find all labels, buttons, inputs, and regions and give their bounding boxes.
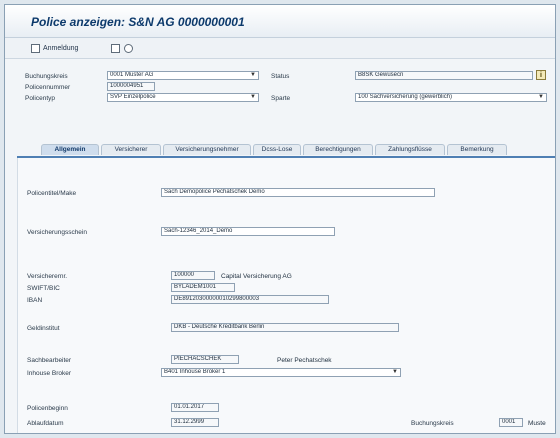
inhouse-broker-select[interactable]: B401 Inhouse Broker 1 ▼	[161, 368, 401, 377]
attachment-icon	[124, 43, 133, 53]
sparte-label: Sparte	[271, 95, 291, 102]
versicherer-name: Capital Versicherung AG	[221, 273, 292, 280]
title-bar: Police anzeigen: S&N AG 0000000001	[5, 5, 555, 38]
tab-versicherungsnehmer[interactable]: Versicherungsnehmer	[163, 144, 251, 155]
sachbearbeiter-name: Peter Pechatschek	[277, 357, 332, 364]
chevron-down-icon: ▼	[250, 72, 256, 78]
table-icon	[111, 43, 120, 53]
tab-berechtigungen[interactable]: Berechtigungen	[303, 144, 373, 155]
policentyp-label: Policentyp	[25, 95, 55, 102]
versicherer-label: Versicherernr.	[27, 273, 68, 280]
buchungskreis-select[interactable]: 0001 Muster AG ▼	[107, 71, 259, 80]
sachbearbeiter-field[interactable]: PIECHACSCHEK	[171, 355, 239, 364]
tab-strip: Allgemein Versicherer Versicherungsnehme…	[17, 144, 555, 158]
policenbeginn-field[interactable]: 01.01.2017	[171, 403, 219, 412]
buchungskreis-label: Buchungskreis	[25, 73, 68, 80]
policentyp-select[interactable]: SVP Einzelpolice ▼	[107, 93, 259, 102]
tab-versicherer[interactable]: Versicherer	[101, 144, 161, 155]
swift-label: SWIFT/BIC	[27, 285, 60, 292]
policenbeginn-label: Policenbeginn	[27, 405, 68, 412]
attachment-button[interactable]	[124, 42, 133, 54]
policentitel-label: Policentitel/Make	[27, 190, 77, 197]
iban-field[interactable]: DE89120300000010299800003	[171, 295, 329, 304]
inhouse-broker-label: Inhouse Broker	[27, 370, 72, 377]
sachbearbeiter-label: Sachbearbeiter	[27, 357, 72, 364]
status-label: Status	[271, 73, 290, 80]
toolbar: Anmeldung	[5, 38, 555, 59]
info-icon[interactable]: i	[536, 70, 546, 80]
geldinstitut-field[interactable]: DKB - Deutsche Kreditbank Berlin	[171, 323, 399, 332]
iban-label: IBAN	[27, 297, 43, 304]
status-field[interactable]: B8SK Gewusecn	[355, 71, 533, 80]
ablaufdatum-label: Ablaufdatum	[27, 420, 64, 427]
tab-allgemein[interactable]: Allgemein	[41, 144, 99, 155]
tab-zahlungsfluesse[interactable]: Zahlungsflüsse	[375, 144, 445, 155]
policennummer-label: Policennummer	[25, 84, 71, 91]
versicherer-field[interactable]: 100000	[171, 271, 215, 280]
policentitel-field[interactable]: Sach Demopolice Pechatschek Demo	[161, 188, 435, 197]
geldinstitut-label: Geldinstitut	[27, 325, 60, 332]
window-title: Police anzeigen: S&N AG 0000000001	[31, 15, 245, 29]
ablaufdatum-field[interactable]: 31.12.2999	[171, 418, 219, 427]
policennummer-field[interactable]: 1000004951	[107, 82, 155, 91]
buchungskreis2-label: Buchungskreis	[411, 420, 454, 427]
chevron-down-icon: ▼	[250, 94, 256, 100]
versicherungsschein-field[interactable]: Sach-12346_2014_Demo	[161, 227, 335, 236]
app-window: Police anzeigen: S&N AG 0000000001 Anmel…	[4, 4, 556, 434]
buchungskreis2-field[interactable]: 0001	[499, 418, 523, 427]
anmeldung-icon	[31, 43, 40, 53]
sparte-select[interactable]: 100 Sachversicherung (gewerblich) ▼	[355, 93, 547, 102]
tab-bemerkung[interactable]: Bemerkung	[447, 144, 507, 155]
anmeldung-label: Anmeldung	[43, 44, 79, 52]
overview-button[interactable]	[111, 42, 120, 54]
tab-dcss-lose[interactable]: Dcss-Lose	[253, 144, 301, 155]
chevron-down-icon: ▼	[392, 369, 398, 375]
buchungskreis2-name: Muste	[528, 420, 546, 427]
swift-field[interactable]: BYLADEM1001	[171, 283, 235, 292]
versicherungsschein-label: Versicherungsschein	[27, 229, 87, 236]
anmeldung-button[interactable]: Anmeldung	[31, 42, 78, 54]
chevron-down-icon: ▼	[538, 94, 544, 100]
